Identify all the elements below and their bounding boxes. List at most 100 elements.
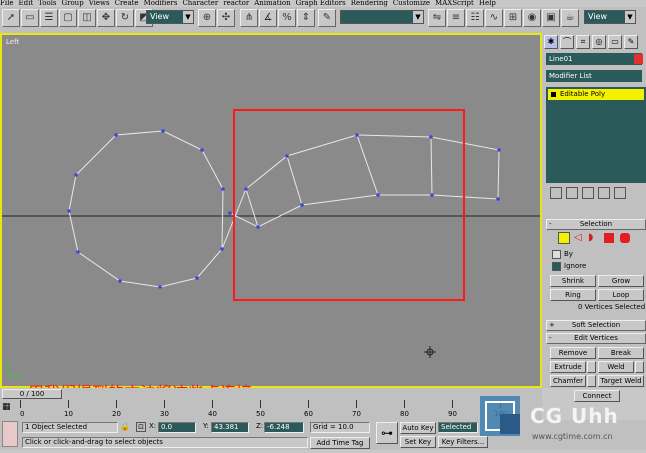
select-region-icon[interactable]: ▭ <box>21 9 39 27</box>
curve-editor-icon[interactable]: ∿ <box>485 9 503 27</box>
spinner-snap-icon[interactable]: ⇕ <box>297 9 315 27</box>
x-coord-field[interactable]: 0.0 <box>158 422 196 433</box>
viewport-left[interactable]: Left <box>0 33 542 402</box>
stack-item-editable-poly[interactable]: Editable Poly <box>548 89 644 100</box>
key-mode-dropdown[interactable]: Selected <box>438 422 478 433</box>
add-time-tag-button[interactable]: Add Time Tag <box>310 437 370 449</box>
hierarchy-tab-icon[interactable]: ⌗ <box>576 35 590 49</box>
edge-mode-icon[interactable]: ◁ <box>574 232 586 244</box>
menu-edit[interactable]: Edit <box>18 0 33 7</box>
maxscript-listener-icon[interactable] <box>2 421 18 447</box>
menu-group[interactable]: Group <box>62 0 84 7</box>
vertex <box>158 285 162 289</box>
auto-key-button[interactable]: Auto Key <box>400 422 436 434</box>
break-button[interactable]: Break <box>598 347 644 359</box>
select-arrow-icon[interactable]: ➚ <box>2 9 20 27</box>
select-by-name-icon[interactable]: ☰ <box>40 9 58 27</box>
extrude-button[interactable]: Extrude <box>550 361 586 373</box>
loop-button[interactable]: Loop <box>598 289 644 301</box>
ring-button[interactable]: Ring <box>550 289 596 301</box>
set-key-icon[interactable]: ⊶ <box>376 422 398 444</box>
z-coord-field[interactable]: -6.248 <box>264 422 304 433</box>
menu-views[interactable]: Views <box>89 0 110 7</box>
menu-character[interactable]: Character <box>182 0 218 7</box>
polygon-mode-icon[interactable] <box>604 233 614 243</box>
soft-selection-rollout-header[interactable]: + Soft Selection <box>546 320 646 331</box>
layer-manager-icon[interactable]: ☷ <box>466 9 484 27</box>
render-type-dropdown[interactable]: View ▼ <box>584 10 636 24</box>
y-coord-field[interactable]: 43.381 <box>211 422 249 433</box>
weld-settings-button[interactable] <box>635 361 644 373</box>
modifier-list-dropdown[interactable]: Modifier List <box>546 70 642 82</box>
by-vertex-checkbox[interactable] <box>552 250 561 259</box>
element-mode-icon[interactable] <box>620 233 630 243</box>
track-bar[interactable]: ▦ 0 10 20 30 40 50 60 70 80 90 100 <box>0 400 542 420</box>
ignore-backfacing-checkbox[interactable] <box>552 262 561 271</box>
rect-selection-icon[interactable]: ▢ <box>59 9 77 27</box>
select-manipulate-icon[interactable]: ✣ <box>217 9 235 27</box>
pin-stack-icon[interactable] <box>550 187 562 199</box>
lock-selection-icon[interactable]: 🔒 <box>120 422 130 431</box>
menu-animation[interactable]: Animation <box>254 0 290 7</box>
menu-customize[interactable]: Customize <box>393 0 430 7</box>
show-end-result-icon[interactable] <box>566 187 578 199</box>
tick-label: 50 <box>256 410 265 418</box>
menu-tools[interactable]: Tools <box>38 0 56 7</box>
chamfer-settings-button[interactable] <box>587 375 596 387</box>
border-mode-icon[interactable]: ◗ <box>588 232 600 244</box>
snap-toggle-icon[interactable]: ⋔ <box>240 9 258 27</box>
material-editor-icon[interactable]: ◉ <box>523 9 541 27</box>
menu-rendering[interactable]: Rendering <box>351 0 388 7</box>
window-crossing-icon[interactable]: ◫ <box>78 9 96 27</box>
menu-create[interactable]: Create <box>115 0 139 7</box>
pivot-center-icon[interactable]: ⊕ <box>198 9 216 27</box>
percent-snap-icon[interactable]: % <box>278 9 296 27</box>
vertex <box>300 203 304 207</box>
absolute-mode-icon[interactable]: ⊡ <box>136 422 146 432</box>
angle-snap-icon[interactable]: ∡ <box>259 9 277 27</box>
move-icon[interactable]: ✥ <box>97 9 115 27</box>
menu-maxscript[interactable]: MAXScript <box>435 0 474 7</box>
reference-coordinate-dropdown[interactable]: View ▼ <box>146 10 194 24</box>
configure-sets-icon[interactable] <box>614 187 626 199</box>
utilities-tab-icon[interactable]: ✎ <box>624 35 638 49</box>
rotate-icon[interactable]: ↻ <box>116 9 134 27</box>
object-name-field[interactable]: Line01 <box>546 53 642 65</box>
time-slider[interactable]: 0 / 100 <box>0 388 542 400</box>
render-scene-icon[interactable]: ▣ <box>542 9 560 27</box>
remove-button[interactable]: Remove <box>550 347 596 359</box>
menu-reactor[interactable]: reactor <box>223 0 249 7</box>
grow-button[interactable]: Grow <box>598 275 644 287</box>
shrink-button[interactable]: Shrink <box>550 275 596 287</box>
mirror-icon[interactable]: ⇋ <box>428 9 446 27</box>
make-unique-icon[interactable] <box>582 187 594 199</box>
vertex <box>195 276 199 280</box>
menu-graph-editors[interactable]: Graph Editors <box>296 0 346 7</box>
track-view-icon[interactable]: ▦ <box>2 402 16 416</box>
display-tab-icon[interactable]: ▭ <box>608 35 622 49</box>
motion-tab-icon[interactable]: ◎ <box>592 35 606 49</box>
target-weld-button[interactable]: Target Weld <box>598 375 644 387</box>
vertex-mode-icon[interactable] <box>558 232 570 244</box>
edit-vertices-rollout-header[interactable]: - Edit Vertices <box>546 333 646 344</box>
schematic-view-icon[interactable]: ⊞ <box>504 9 522 27</box>
menu-help[interactable]: Help <box>479 0 496 7</box>
selection-header-label: Selection <box>579 220 613 228</box>
modify-tab-icon[interactable]: ⌒ <box>560 35 574 49</box>
set-key-button[interactable]: Set Key <box>400 436 436 448</box>
weld-button[interactable]: Weld <box>598 361 634 373</box>
align-icon[interactable]: ≡ <box>447 9 465 27</box>
time-slider-thumb[interactable]: 0 / 100 <box>2 389 62 399</box>
remove-modifier-icon[interactable] <box>598 187 610 199</box>
quick-render-icon[interactable]: ☕ <box>561 9 579 27</box>
tick-label: 30 <box>160 410 169 418</box>
create-tab-icon[interactable]: ✱ <box>544 35 558 49</box>
named-selection-sets-dropdown[interactable]: ▼ <box>340 10 424 24</box>
extrude-settings-button[interactable] <box>587 361 596 373</box>
chamfer-button[interactable]: Chamfer <box>550 375 586 387</box>
menu-modifiers[interactable]: Modifiers <box>144 0 178 7</box>
named-selection-icon[interactable]: ✎ <box>318 9 336 27</box>
selection-rollout-header[interactable]: - Selection <box>546 219 646 230</box>
object-color-swatch[interactable] <box>634 54 643 64</box>
menu-file[interactable]: File <box>0 0 13 7</box>
